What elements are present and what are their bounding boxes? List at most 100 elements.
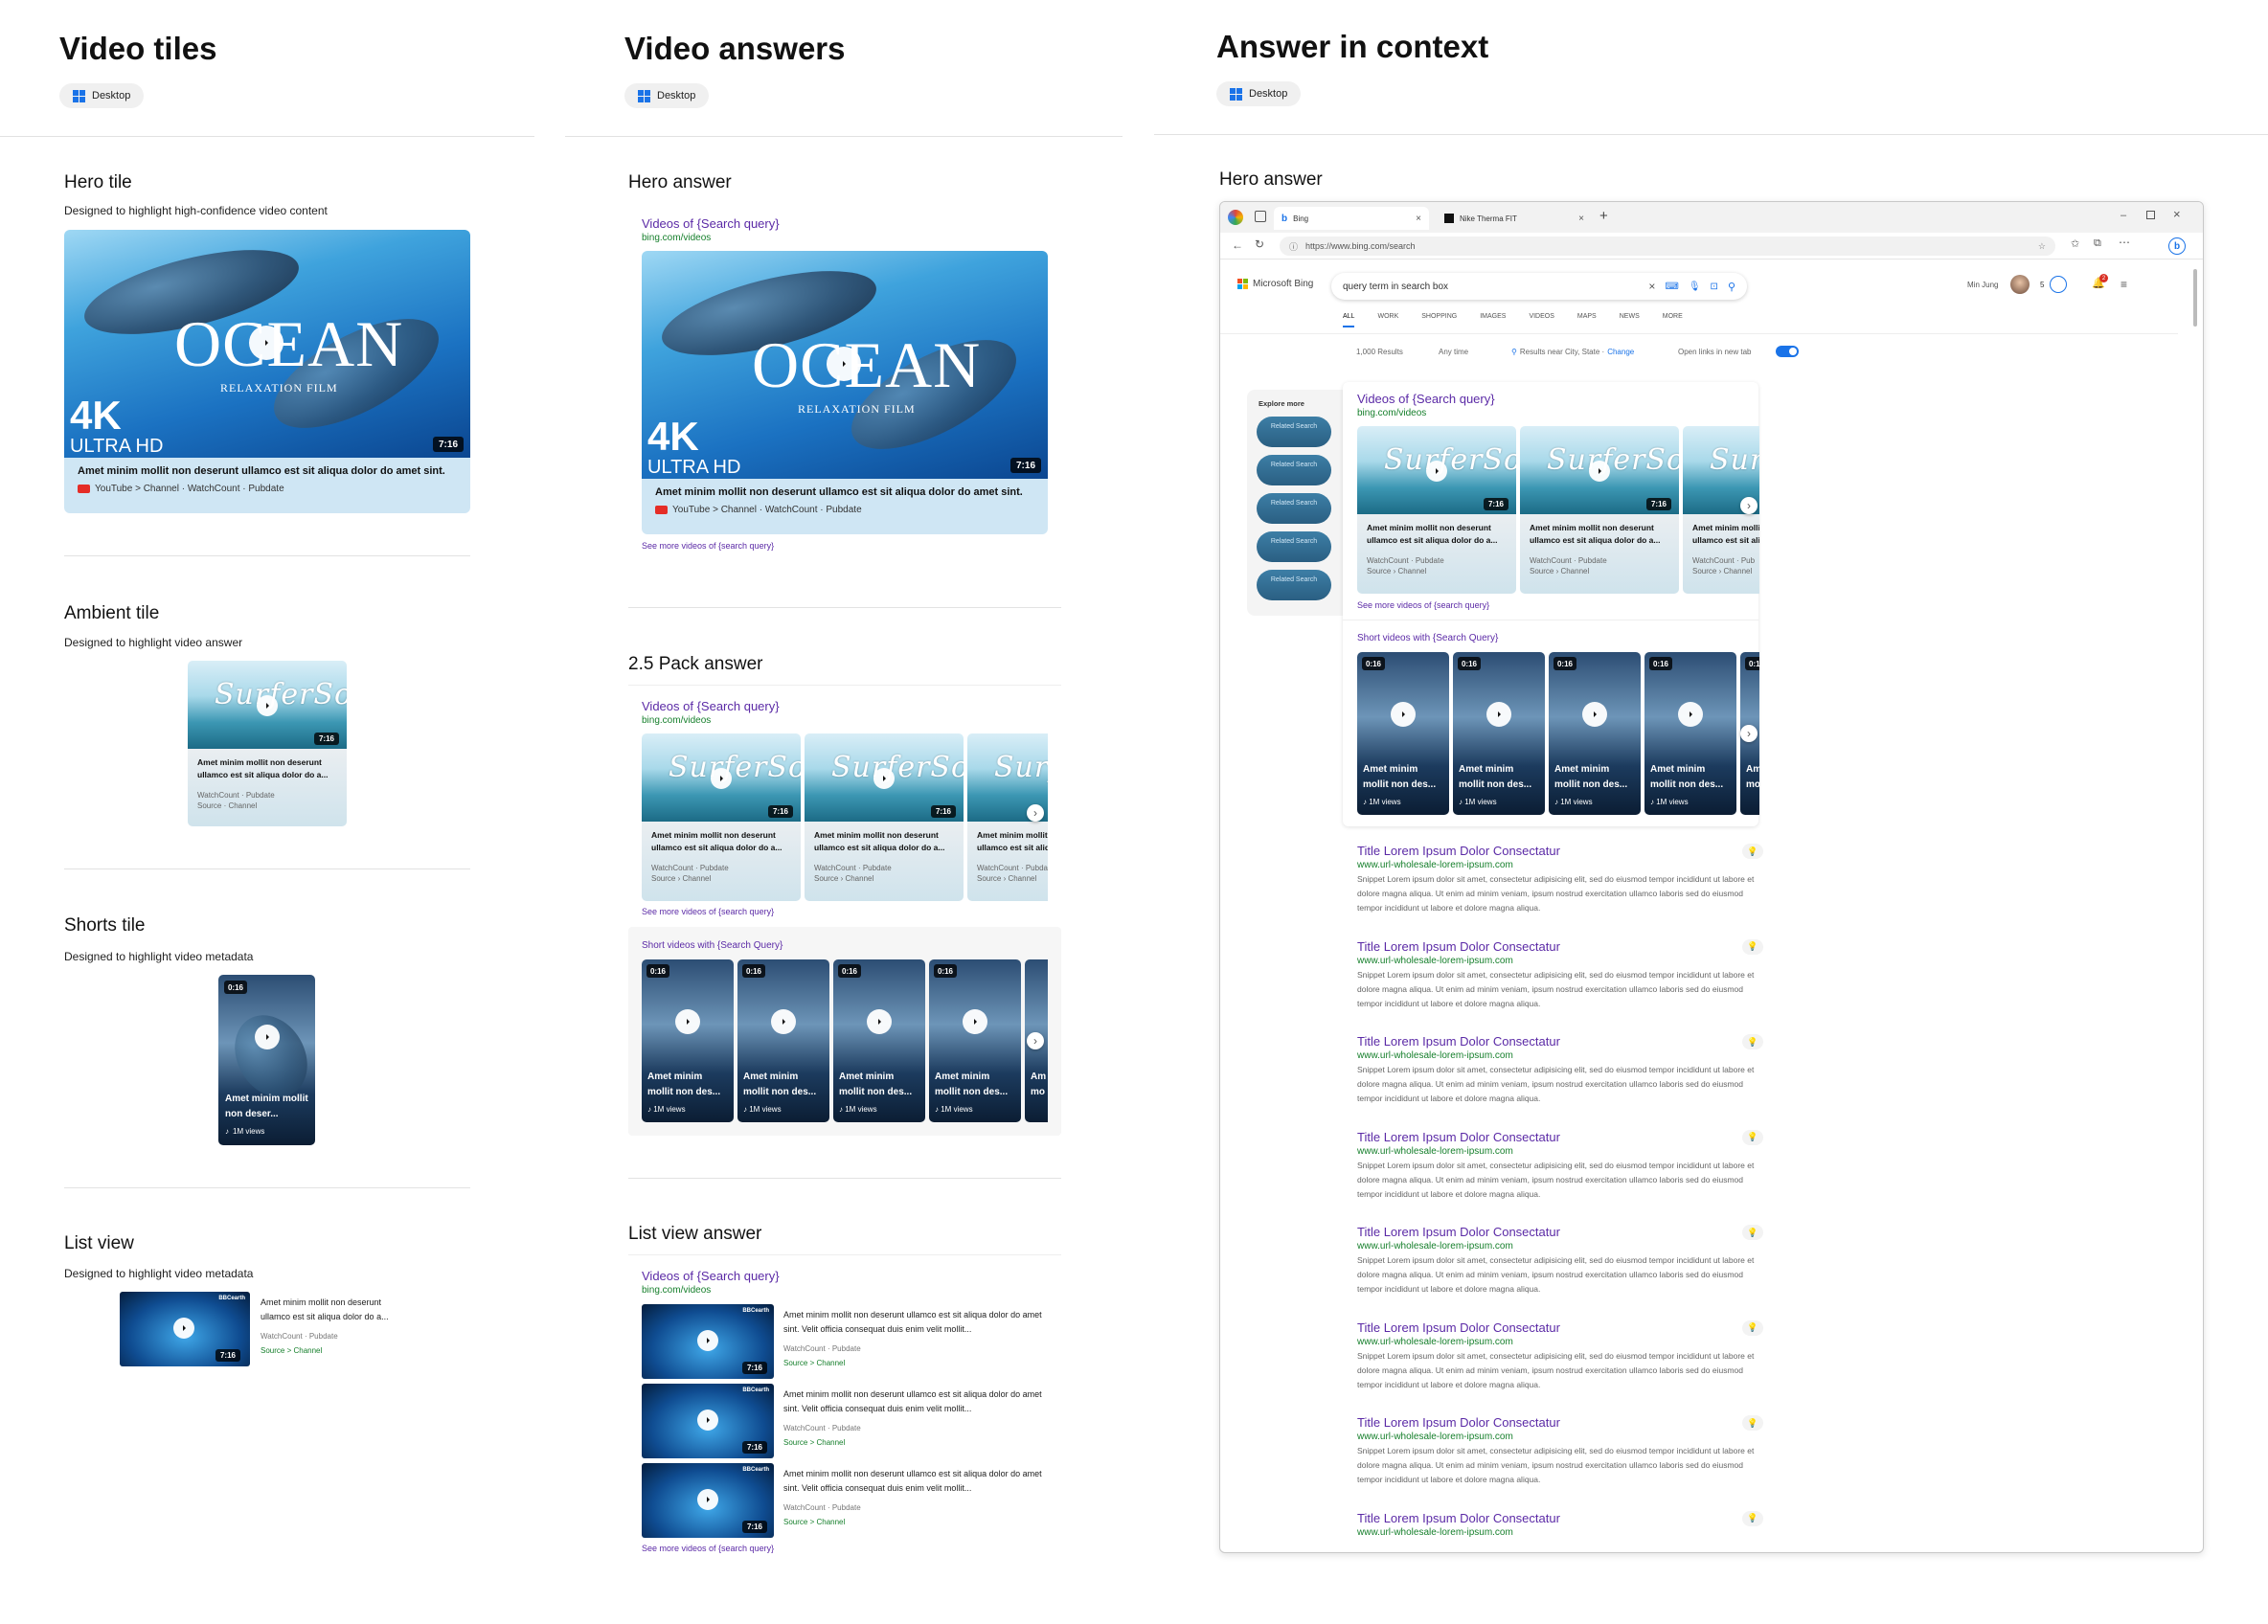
play-icon[interactable] xyxy=(1582,702,1607,727)
tab-nike[interactable]: Nike Therma FIT × xyxy=(1437,207,1592,230)
shorts-carousel[interactable]: 0:16 Amet minim mollit non des... ♪ 1M v… xyxy=(1357,652,1759,815)
close-window-icon[interactable]: × xyxy=(2173,207,2181,221)
nav-news[interactable]: NEWS xyxy=(1620,313,1640,327)
chevron-right-icon[interactable]: › xyxy=(1027,804,1044,822)
short-card[interactable]: 0:16 Amet minim mollit non des... ♪ 1M v… xyxy=(833,959,925,1122)
keyboard-icon[interactable]: ⌨ xyxy=(1665,282,1678,292)
nav-work[interactable]: WORK xyxy=(1377,313,1398,327)
result-url[interactable]: www.url-wholesale-lorem-ipsum.com xyxy=(1357,1050,1769,1061)
desktop-pill[interactable]: Desktop xyxy=(624,83,710,108)
play-icon[interactable] xyxy=(711,768,732,789)
short-card[interactable]: 0:16 Amet minim mollit non des... ♪ 1M v… xyxy=(1357,652,1449,815)
play-icon[interactable] xyxy=(867,1009,892,1034)
play-icon[interactable] xyxy=(255,1025,280,1049)
short-card[interactable]: 0:16 Amet minim mollit non des... ♪ 1M v… xyxy=(1644,652,1736,815)
result-url[interactable]: www.url-wholesale-lorem-ipsum.com xyxy=(1357,956,1769,966)
visual-search-icon[interactable]: ⊡ xyxy=(1711,282,1718,292)
more-icon[interactable]: ⋯ xyxy=(2119,236,2130,249)
nav-videos[interactable]: VIDEOS xyxy=(1529,313,1554,327)
lightbulb-icon[interactable]: 💡 xyxy=(1742,1034,1763,1049)
see-more-link[interactable]: See more videos of {search query} xyxy=(642,1544,774,1553)
play-icon[interactable] xyxy=(257,695,278,716)
refresh-icon[interactable]: ↻ xyxy=(1255,237,1264,251)
play-icon[interactable] xyxy=(1486,702,1511,727)
maximize-icon[interactable] xyxy=(2146,211,2155,219)
result-title[interactable]: Title Lorem Ipsum Dolor Consectatur xyxy=(1357,1415,1769,1430)
play-icon[interactable] xyxy=(697,1489,718,1510)
address-bar[interactable]: ⓘ https://www.bing.com/search ☆ xyxy=(1280,237,2055,256)
lightbulb-icon[interactable]: 💡 xyxy=(1742,938,1763,955)
clear-icon[interactable]: × xyxy=(1648,280,1655,293)
play-icon[interactable] xyxy=(873,768,895,789)
shorts-carousel[interactable]: 0:16 Amet minim mollit non des... ♪ 1M v… xyxy=(642,959,1048,1122)
minimize-icon[interactable]: – xyxy=(2121,210,2126,221)
desktop-pill[interactable]: Desktop xyxy=(1216,81,1302,106)
result-title[interactable]: Title Lorem Ipsum Dolor Consectatur xyxy=(1357,1320,1769,1335)
result-title[interactable]: Title Lorem Ipsum Dolor Consectatur xyxy=(1357,1511,1769,1525)
list-item[interactable]: BBCearth 7:16 Amet minim mollit non dese… xyxy=(642,1384,1044,1458)
close-icon[interactable]: × xyxy=(1578,214,1584,224)
user-name[interactable]: Min Jung xyxy=(1967,281,1998,289)
hamburger-menu-icon[interactable]: ≡ xyxy=(2121,278,2127,291)
ambient-tile[interactable]: SurferSouls 7:16 Amet minim mollit non d… xyxy=(188,661,347,826)
play-icon[interactable] xyxy=(827,347,861,381)
answer-carousel[interactable]: SurferSouls 7:16 Amet minim mollit non d… xyxy=(1357,426,1759,594)
copilot-icon[interactable]: b xyxy=(2168,237,2186,255)
shorts-section-title[interactable]: Short videos with {Search Query} xyxy=(1357,633,1498,643)
result-url[interactable]: www.url-wholesale-lorem-ipsum.com xyxy=(1357,1241,1769,1252)
play-icon[interactable] xyxy=(173,1318,194,1339)
related-search-chip[interactable]: Related Search xyxy=(1257,417,1331,447)
lightbulb-icon[interactable]: 💡 xyxy=(1742,844,1763,859)
mic-icon[interactable]: 🎙 xyxy=(1689,282,1701,292)
short-card[interactable]: 0:16 Amet minim mollit non des... ♪ 1M v… xyxy=(642,959,734,1122)
play-icon[interactable] xyxy=(697,1410,718,1431)
close-icon[interactable]: × xyxy=(1416,214,1421,224)
short-card[interactable]: 0:16 Amet minim mollit non des... ♪ 1M v… xyxy=(929,959,1021,1122)
video-card[interactable]: SurferSouls 7:16 Amet minim mollit non d… xyxy=(642,733,801,901)
short-card[interactable]: 0:16 Amet minim mollit non des... ♪ 1M v… xyxy=(1549,652,1641,815)
scrollbar-thumb[interactable] xyxy=(2193,269,2197,327)
tab-bing[interactable]: b Bing × xyxy=(1274,207,1429,230)
videos-of-link[interactable]: Videos of {Search query} xyxy=(642,216,780,231)
see-more-link[interactable]: See more videos of {search query} xyxy=(642,907,774,916)
list-item[interactable]: BBCearth 7:16 Amet minim mollit non dese… xyxy=(642,1463,1044,1538)
related-search-chip[interactable]: Related Search xyxy=(1257,455,1331,485)
play-icon[interactable] xyxy=(249,326,284,360)
result-url[interactable]: www.url-wholesale-lorem-ipsum.com xyxy=(1357,1337,1769,1347)
related-search-chip[interactable]: Related Search xyxy=(1257,493,1331,524)
hero-answer-card[interactable]: OCEAN RELAXATION FILM 4K ULTRA HD 7:16 A… xyxy=(642,251,1048,534)
tab-actions-icon[interactable] xyxy=(1255,211,1266,222)
search-icon[interactable]: ⚲ xyxy=(1728,281,1735,293)
open-links-toggle[interactable] xyxy=(1776,346,1799,357)
play-icon[interactable] xyxy=(1426,461,1447,482)
profile-avatar[interactable] xyxy=(1228,210,1243,225)
nav-images[interactable]: IMAGES xyxy=(1480,313,1506,327)
result-url[interactable]: www.url-wholesale-lorem-ipsum.com xyxy=(1357,1432,1769,1442)
video-card[interactable]: SurferSouls 7:16 Amet minim mollit non d… xyxy=(805,733,964,901)
play-icon[interactable] xyxy=(675,1009,700,1034)
nav-maps[interactable]: MAPS xyxy=(1577,313,1597,327)
chevron-right-icon[interactable]: › xyxy=(1027,1032,1044,1049)
list-view-item[interactable]: BBCearth 7:16 Amet minim mollit non dese… xyxy=(120,1292,407,1366)
video-card[interactable]: SurferSouls 7:16 Amet minim mollit non d… xyxy=(1520,426,1679,594)
chevron-right-icon[interactable]: › xyxy=(1740,497,1758,514)
list-source[interactable]: Source > Channel xyxy=(783,1359,845,1367)
hero-tile[interactable]: OCEAN RELAXATION FILM 4K ULTRA HD 7:16 A… xyxy=(64,230,470,513)
time-filter[interactable]: Any time xyxy=(1439,348,1468,356)
new-tab-icon[interactable]: + xyxy=(1599,208,1608,224)
list-item[interactable]: BBCearth 7:16 Amet minim mollit non dese… xyxy=(642,1304,1044,1379)
result-title[interactable]: Title Lorem Ipsum Dolor Consectatur xyxy=(1357,1130,1769,1144)
desktop-pill[interactable]: Desktop xyxy=(59,83,145,108)
lightbulb-icon[interactable]: 💡 xyxy=(1742,1320,1763,1336)
change-location-link[interactable]: Change xyxy=(1607,348,1634,356)
avatar[interactable] xyxy=(2010,275,2030,294)
favorites-icon[interactable]: ✩ xyxy=(2071,237,2079,250)
result-title[interactable]: Title Lorem Ipsum Dolor Consectatur xyxy=(1357,939,1769,954)
bing-logo[interactable]: Microsoft Bing xyxy=(1237,279,1313,289)
back-icon[interactable]: ← xyxy=(1232,238,1243,252)
videos-of-link[interactable]: Videos of {Search query} xyxy=(1357,392,1495,406)
play-icon[interactable] xyxy=(697,1330,718,1351)
lightbulb-icon[interactable]: 💡 xyxy=(1742,1225,1763,1240)
nav-more[interactable]: MORE xyxy=(1663,313,1683,327)
pack-carousel[interactable]: SurferSouls 7:16 Amet minim mollit non d… xyxy=(642,733,1048,901)
